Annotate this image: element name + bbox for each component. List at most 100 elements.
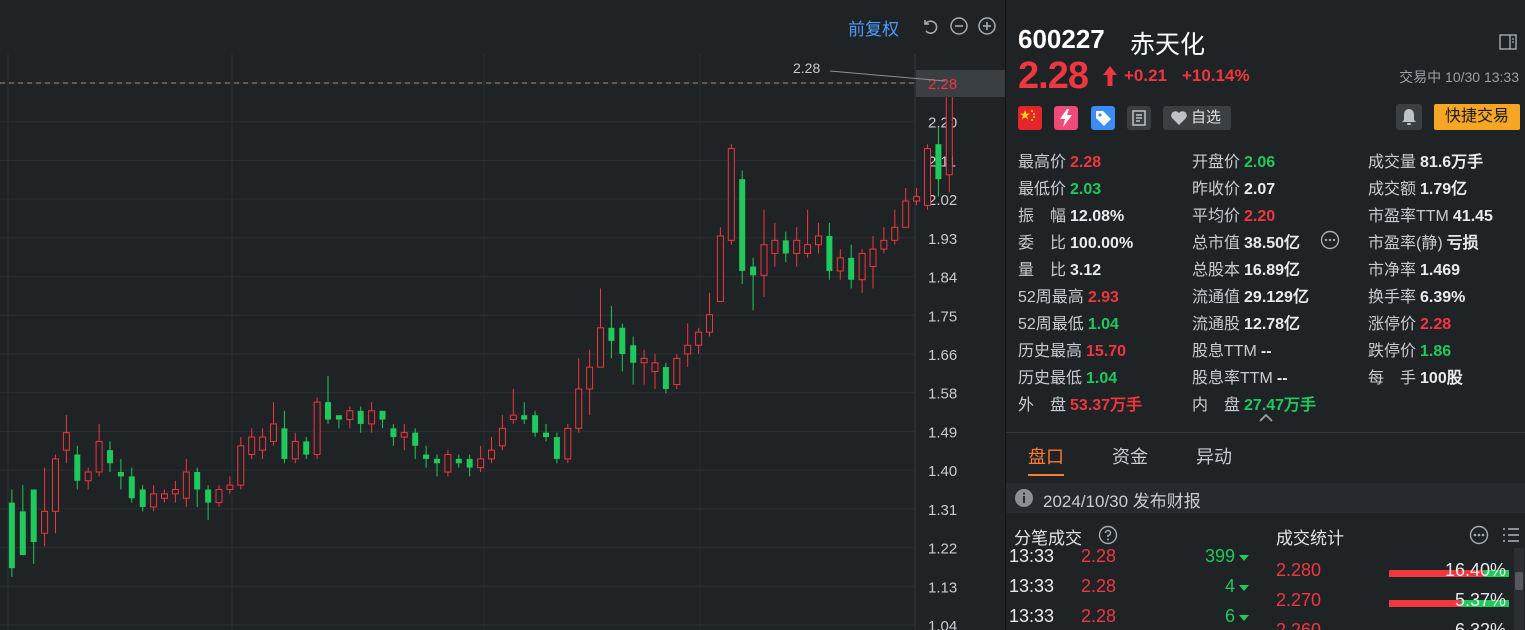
- candle-body-down: [205, 489, 212, 503]
- candle-body-down: [74, 454, 81, 481]
- watchlist-label: 自选: [1191, 109, 1222, 126]
- stat-value: 1.04: [1087, 316, 1119, 333]
- candle-body-down: [608, 327, 615, 341]
- candlestick-chart[interactable]: 2.202.112.021.931.841.751.661.581.491.40…: [0, 54, 1005, 630]
- candle-body-up: [793, 239, 801, 254]
- scrollbar[interactable]: [1514, 548, 1524, 630]
- candle-body-up: [651, 362, 659, 372]
- candle-body-down: [281, 428, 288, 459]
- tab-capital[interactable]: 资金: [1112, 443, 1148, 469]
- candle-body-down: [553, 437, 560, 459]
- scrollbar-thumb[interactable]: [1515, 572, 1523, 590]
- stat-value: --: [1276, 370, 1288, 387]
- limit-up-icon[interactable]: [1054, 106, 1078, 130]
- add-watchlist-button[interactable]: 自选: [1163, 106, 1231, 130]
- collapse-chevron-icon[interactable]: [1258, 412, 1274, 424]
- candle-body-down: [543, 432, 549, 438]
- stat-value: 12.78亿: [1244, 316, 1301, 333]
- adjust-mode-button[interactable]: 前复权: [848, 15, 899, 40]
- stat-price: 2.270: [1276, 590, 1322, 610]
- candle-body-up: [880, 239, 888, 250]
- price-change-percent: +10.14%: [1182, 66, 1250, 85]
- candle-body-down: [139, 489, 146, 507]
- stat-label: 总市值: [1192, 235, 1241, 252]
- stat-label: 股息TTM: [1192, 343, 1257, 360]
- candle-body-down: [826, 235, 833, 271]
- stat-col2-6: 流通股 12.78亿: [1192, 310, 1300, 334]
- undo-icon[interactable]: [920, 16, 940, 36]
- help-icon[interactable]: [1098, 525, 1118, 545]
- stat-label: 市净率: [1368, 262, 1417, 279]
- tab-alerts[interactable]: 异动: [1196, 443, 1232, 469]
- stat-value: 1.469: [1420, 262, 1461, 279]
- stat-label: 总股本: [1192, 262, 1241, 279]
- candle-body-down: [532, 415, 539, 433]
- candle-body-up: [695, 331, 703, 346]
- list-icon[interactable]: [1501, 526, 1521, 544]
- stat-label: 昨收价: [1192, 181, 1241, 198]
- zoom-in-icon[interactable]: [977, 16, 997, 36]
- candle-body-up: [771, 239, 779, 254]
- market-cap-info-icon[interactable]: [1320, 230, 1340, 250]
- tick-time: 13:33: [1009, 546, 1055, 566]
- candle-body-up: [858, 252, 866, 281]
- quick-trade-button[interactable]: 快捷交易: [1434, 104, 1520, 130]
- stat-value: 1.04: [1086, 370, 1118, 387]
- candle-body-up: [215, 489, 223, 504]
- candle-body-down: [117, 472, 124, 477]
- candle-body-down: [30, 489, 37, 542]
- candle-body-up: [444, 454, 452, 473]
- stat-value: 亏损: [1446, 235, 1479, 252]
- more-icon[interactable]: [1469, 525, 1489, 545]
- tag-icon[interactable]: [1091, 106, 1115, 130]
- current-price: 2.28: [1018, 55, 1089, 97]
- stat-value: 6.39%: [1420, 289, 1466, 306]
- earnings-notice[interactable]: 2024/10/30 发布财报: [1006, 483, 1525, 513]
- stat-value: 1.79亿: [1420, 181, 1468, 198]
- buy-volume-bar: [1389, 600, 1461, 607]
- notes-icon[interactable]: [1127, 106, 1151, 130]
- tab-handicap[interactable]: 盘口: [1028, 443, 1064, 469]
- zoom-out-icon[interactable]: [949, 16, 969, 36]
- kline-chart-pane[interactable]: 前复权 2.20 2.11 2.02 1.93 1.84 1.75 1.66 1.58 1.49…: [0, 0, 1005, 630]
- stat-col1-6: 52周最低 1.04: [1018, 310, 1119, 334]
- candle-body-up: [913, 196, 921, 202]
- stat-col1-2: 振 幅 12.08%: [1018, 202, 1124, 226]
- candle-body-up: [716, 235, 724, 303]
- tick-row: 13:33 2.28 399: [1009, 546, 1249, 574]
- stat-label: 最高价: [1018, 154, 1067, 171]
- stat-value: 53.37万手: [1070, 397, 1143, 414]
- stat-value: 3.12: [1070, 262, 1102, 279]
- stat-percent: 16.40%: [1444, 560, 1506, 580]
- stat-label: 内 盘: [1192, 397, 1241, 414]
- stat-label: 流通股: [1192, 316, 1241, 333]
- stat-label: 委 比: [1018, 235, 1067, 252]
- stat-label: 成交额: [1368, 181, 1417, 198]
- candle-body-down: [455, 458, 462, 464]
- stat-col3-8: 每 手 100股: [1368, 364, 1463, 388]
- stat-col3-6: 涨停价 2.28: [1368, 310, 1451, 334]
- tick-volume: 399: [1204, 546, 1235, 566]
- stat-col3-2: 市盈率TTM 41.45: [1368, 202, 1493, 226]
- tick-price: 2.28: [1081, 606, 1117, 626]
- candle-body-up: [836, 257, 844, 272]
- alert-button[interactable]: [1396, 104, 1422, 130]
- candle-body-up: [509, 414, 517, 421]
- active-tab-indicator: [1028, 474, 1064, 476]
- candle-body-up: [270, 423, 277, 442]
- down-triangle-icon: [1239, 585, 1249, 591]
- price-stat-row: 2.280 16.40%: [1276, 560, 1516, 588]
- candle-body-down: [739, 179, 746, 271]
- y-tick-label: 1.93: [928, 231, 957, 248]
- stat-value: 1.86: [1420, 343, 1452, 360]
- stat-label: 开盘价: [1192, 154, 1241, 171]
- candle-body-up: [924, 148, 931, 206]
- stat-price: 2.260: [1276, 620, 1322, 630]
- candle-body-up: [564, 427, 572, 460]
- candle-body-up: [575, 388, 583, 429]
- stat-col1-0: 最高价 2.28: [1018, 148, 1101, 172]
- stat-col1-3: 委 比 100.00%: [1018, 229, 1133, 253]
- panel-toggle-icon[interactable]: [1498, 32, 1518, 52]
- stat-value: 15.70: [1086, 343, 1127, 360]
- candle-body-up: [902, 200, 910, 228]
